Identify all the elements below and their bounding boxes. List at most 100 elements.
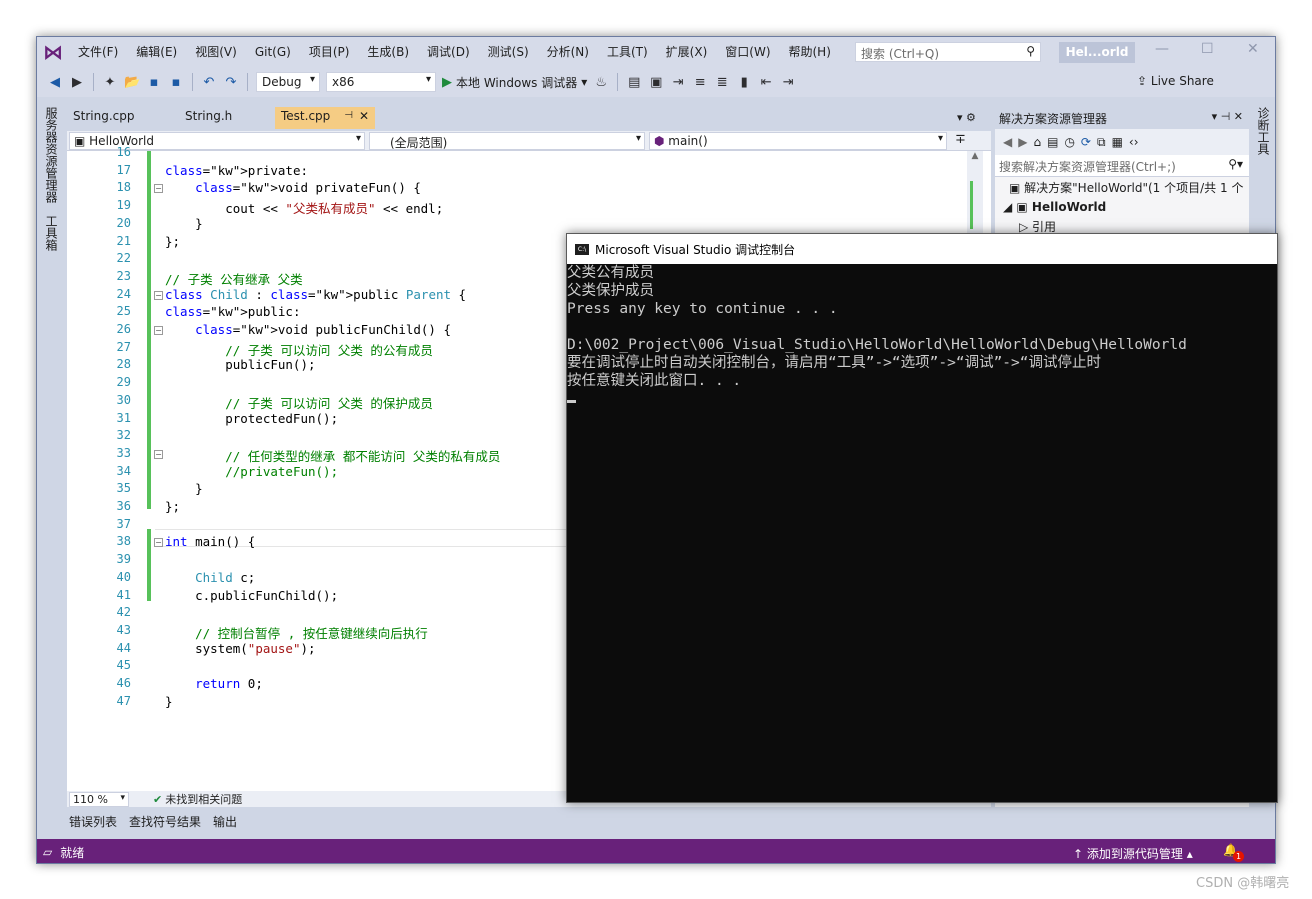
collapse-icon[interactable]: ⧉ [1097, 135, 1106, 150]
debug-console-window[interactable]: C:\ Microsoft Visual Studio 调试控制台 父类公有成员… [566, 233, 1278, 803]
menu-build[interactable]: 生成(B) [358, 37, 418, 67]
back-icon[interactable]: ◀ [47, 75, 63, 90]
panel-controls-icon[interactable]: ▾ ⊣ ✕ [1212, 110, 1243, 123]
menu-help[interactable]: 帮助(H) [780, 37, 840, 67]
fold-toggle-icon[interactable]: − [154, 538, 163, 548]
tab-string-h[interactable]: String.h [179, 107, 275, 129]
line-number: 26 [116, 322, 131, 336]
tab-string-cpp[interactable]: String.cpp [67, 107, 179, 129]
prev-bookmark-icon[interactable]: ⇤ [758, 75, 774, 90]
menu-view[interactable]: 视图(V) [186, 37, 246, 67]
tree-solution[interactable]: ▣ 解决方案"HelloWorld"(1 个项目/共 1 个 [995, 177, 1249, 198]
output-window-icon[interactable]: ▱ [43, 845, 52, 859]
line-number: 42 [116, 605, 131, 620]
save-all-icon[interactable]: ▪ [168, 75, 184, 90]
line-number: 28 [116, 357, 131, 372]
menu-edit[interactable]: 编辑(E) [127, 37, 186, 67]
menu-test[interactable]: 测试(S) [479, 37, 538, 67]
code-line: class Child : class="kw">public Parent { [165, 286, 467, 302]
minimize-icon[interactable]: — [1155, 41, 1169, 57]
code-view-icon[interactable]: ‹› [1129, 135, 1139, 149]
switch-view-icon[interactable]: ▤ [1047, 135, 1058, 149]
scope-dropdown[interactable]: (全局范围) [369, 132, 645, 150]
tab-test-cpp[interactable]: Test.cpp ⊣ ✕ [275, 107, 375, 129]
code-line: } [165, 693, 173, 709]
line-number: 27 [116, 339, 131, 354]
close-tab-icon[interactable]: ✕ [359, 109, 369, 123]
search-icon: ⚲ [1026, 44, 1035, 58]
history-icon[interactable]: ◷ [1064, 135, 1074, 149]
folder-view-icon[interactable]: ▤ [626, 75, 642, 90]
project-label: HelloWorld [1031, 200, 1107, 214]
tab-output[interactable]: 输出 [213, 813, 237, 833]
toolbox-tab[interactable]: 工具箱 [43, 215, 60, 251]
issues-label: 未找到相关问题 [165, 793, 243, 806]
fold-toggle-icon[interactable]: − [154, 326, 163, 335]
close-icon[interactable]: ✕ [1247, 41, 1259, 57]
issues-indicator[interactable]: ✔ 未找到相关问题 [153, 791, 242, 807]
line-number: 21 [116, 233, 131, 248]
add-to-source-control-button[interactable]: ↑ 添加到源代码管理 ▴ [1073, 845, 1193, 862]
sync-icon[interactable]: ⟳ [1081, 135, 1091, 149]
console-line: Press any key to continue . . . [567, 301, 838, 317]
menu-analyze[interactable]: 分析(N) [538, 37, 598, 67]
zoom-select[interactable]: 110 % [69, 791, 129, 807]
notification-badge: 1 [1233, 851, 1244, 862]
fold-toggle-icon[interactable]: − [154, 290, 163, 300]
code-line: class="kw">public: [165, 304, 301, 320]
open-folder-icon[interactable]: 📂 [124, 75, 140, 90]
show-all-icon[interactable]: ▦ [1112, 135, 1123, 149]
back-icon[interactable]: ◀ [1003, 135, 1012, 149]
left-tool-strip: 服务器资源管理器 工具箱 [37, 101, 67, 811]
solution-explorer-title: 解决方案资源管理器 [999, 112, 1108, 126]
menu-git[interactable]: Git(G) [246, 37, 300, 67]
server-explorer-tab[interactable]: 服务器资源管理器 [43, 107, 60, 203]
line-number: 32 [116, 428, 131, 443]
undo-icon[interactable]: ↶ [201, 75, 217, 90]
live-share-button[interactable]: ⇪ Live Share [1137, 74, 1214, 88]
tab-find-symbol-results[interactable]: 查找符号结果 [129, 813, 201, 833]
references-label: 引用 [1032, 220, 1057, 234]
platform-select[interactable]: x86 [326, 72, 436, 92]
global-search-input[interactable]: 搜索 (Ctrl+Q) ⚲ [855, 42, 1041, 62]
tab-overflow-icon[interactable]: ▾ ⚙ [957, 111, 976, 124]
diagnostics-tab[interactable]: 诊断工具 [1255, 107, 1272, 155]
scroll-up-icon[interactable]: ▲ [967, 151, 983, 161]
home-icon[interactable]: ⌂ [1033, 135, 1041, 149]
forward-icon[interactable]: ▶ [1018, 135, 1027, 149]
tree-project[interactable]: ◢ ▣ HelloWorld [995, 198, 1249, 216]
fold-toggle-icon[interactable]: − [154, 449, 163, 459]
start-debugging-button[interactable]: ▶ 本地 Windows 调试器 ▾ [442, 74, 587, 91]
line-number: 30 [116, 392, 131, 407]
config-select[interactable]: Debug [256, 72, 320, 92]
save-icon[interactable]: ▪ [146, 75, 162, 90]
forward-icon[interactable]: ▶ [69, 75, 85, 90]
menu-debug[interactable]: 调试(D) [418, 37, 479, 67]
maximize-icon[interactable]: ☐ [1201, 41, 1214, 57]
bookmark-icon[interactable]: ▮ [736, 75, 752, 90]
menu-file[interactable]: 文件(F) [69, 37, 127, 67]
code-line: // 子类 可以访问 父类 的保护成员 [225, 395, 433, 411]
tab-error-list[interactable]: 错误列表 [69, 813, 117, 833]
comment-icon[interactable]: ≡ [692, 75, 708, 90]
visual-studio-logo-icon[interactable]: ⋈ [37, 37, 69, 67]
solution-name-badge[interactable]: Hel...orld [1059, 42, 1135, 63]
pin-icon[interactable]: ⊣ [344, 110, 353, 121]
console-line: 要在调试停止时自动关闭控制台，请启用“工具”->“选项”->“调试”->“调试停… [567, 355, 1101, 371]
menu-extensions[interactable]: 扩展(X) [657, 37, 717, 67]
menu-tools[interactable]: 工具(T) [598, 37, 657, 67]
fold-toggle-icon[interactable]: − [154, 184, 163, 194]
step-icon[interactable]: ⇥ [670, 75, 686, 90]
next-bookmark-icon[interactable]: ⇥ [780, 75, 796, 90]
new-item-icon[interactable]: ✦ [102, 75, 118, 90]
redo-icon[interactable]: ↷ [223, 75, 239, 90]
screenshot-icon[interactable]: ▣ [648, 75, 664, 90]
code-line: class="kw">void privateFun() { [195, 180, 421, 196]
split-icon[interactable]: ∓ [955, 132, 966, 149]
menu-window[interactable]: 窗口(W) [716, 37, 779, 67]
hot-reload-icon[interactable]: ♨ [593, 75, 609, 90]
menu-project[interactable]: 项目(P) [300, 37, 359, 67]
uncomment-icon[interactable]: ≣ [714, 75, 730, 90]
member-dropdown[interactable]: ⬢ main() [649, 132, 947, 150]
solution-search-input[interactable]: 搜索解决方案资源管理器(Ctrl+;) ⚲▾ [995, 155, 1249, 177]
